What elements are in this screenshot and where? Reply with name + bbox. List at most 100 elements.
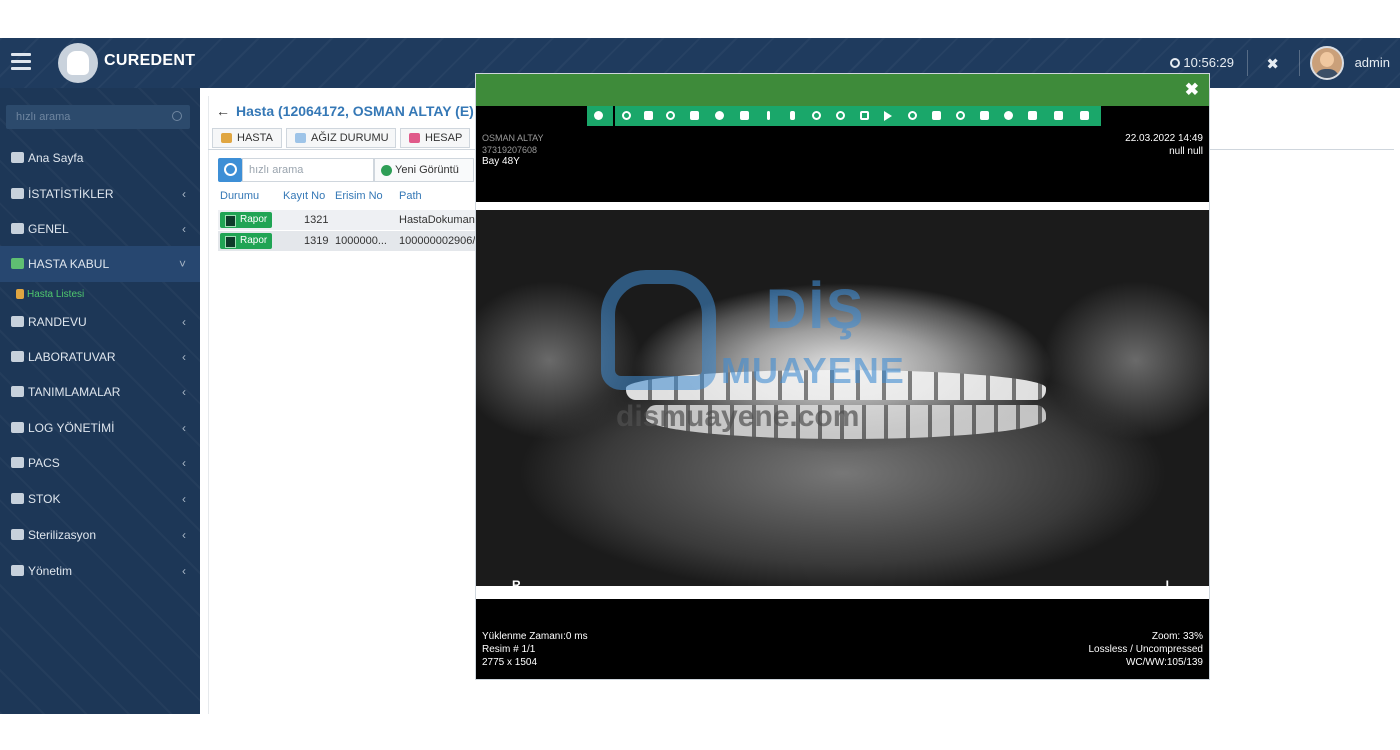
table-row[interactable]: Rapor 1321 HastaDokuman: [218, 210, 478, 230]
rapor-button[interactable]: Rapor: [220, 233, 272, 249]
sidebar-item-ana-sayfa[interactable]: Ana Sayfa: [0, 140, 200, 176]
overlay-patient-name: OSMAN ALTAY: [482, 133, 544, 143]
search-button[interactable]: [218, 158, 242, 182]
rapor-label: Rapor: [240, 235, 268, 246]
search-input[interactable]: [242, 158, 374, 182]
close-icon[interactable]: ✖: [1185, 80, 1199, 100]
overlay-image-index: Resim # 1/1: [482, 644, 536, 655]
sidebar-item-stok[interactable]: STOK ‹: [0, 481, 200, 517]
column-header[interactable]: Kayıt No: [283, 190, 325, 202]
monitor-icon: [11, 565, 24, 576]
download-icon[interactable]: [637, 106, 661, 126]
chevron-left-icon: ‹: [182, 528, 186, 542]
tooth-icon: [295, 133, 306, 143]
sidebar-item-laboratuvar[interactable]: LABORATUVAR ‹: [0, 339, 200, 375]
sidebar-subitem-hasta-listesi[interactable]: Hasta Listesi: [0, 286, 200, 304]
rectangle-icon[interactable]: [853, 106, 877, 126]
menu-toggle-icon[interactable]: [11, 53, 31, 71]
magnify-icon[interactable]: [659, 106, 683, 126]
link-icon[interactable]: [1021, 106, 1045, 126]
overlay-window: WC/WW:105/139: [1125, 657, 1203, 668]
contrast-icon[interactable]: [708, 106, 732, 126]
overlay-image-size: 2775 x 1504: [482, 657, 538, 668]
patient-overlay-info: OSMAN ALTAY 37319207608 Bay 48Y: [482, 132, 544, 168]
eye-icon[interactable]: [997, 106, 1021, 126]
sidebar-item-istatistikler[interactable]: İSTATİSTİKLER ‹: [0, 176, 200, 212]
lab-icon: [11, 351, 24, 362]
diamond-icon: [11, 386, 24, 397]
cell-erisim-no: 1000000...: [335, 235, 387, 247]
column-header[interactable]: Erisim No: [335, 190, 383, 202]
back-arrow-icon[interactable]: ←: [216, 103, 230, 119]
ruler-icon[interactable]: [757, 106, 781, 126]
arrow-down-icon[interactable]: [973, 106, 997, 126]
fullscreen-icon[interactable]: ✖: [1266, 55, 1279, 73]
sidebar-item-label: GENEL: [28, 222, 69, 236]
circle-icon[interactable]: [829, 106, 853, 126]
rotate-icon[interactable]: [949, 106, 973, 126]
tab-label: HASTA: [237, 132, 273, 144]
tooth-watermark-icon: [601, 270, 716, 390]
cell-path: 100000002906/: [399, 235, 476, 247]
image-viewer-modal: ✖ OSMAN ALTAY 37319207608 Bay 48Y 22.03.…: [475, 73, 1210, 680]
username[interactable]: admin: [1355, 55, 1390, 70]
chevron-left-icon: ‹: [182, 187, 186, 201]
sidebar-search-input[interactable]: [6, 105, 166, 129]
app-window: CUREDENT 10:56:29 ✖ admin Ana Sayfa İSTA…: [0, 38, 1400, 714]
table-row[interactable]: Rapor 1319 1000000... 100000002906/: [218, 231, 478, 251]
menu-icon[interactable]: [733, 106, 757, 126]
camera-icon[interactable]: [1047, 106, 1071, 126]
sidebar-item-hasta-kabul[interactable]: HASTA KABUL ˅: [0, 246, 200, 282]
eraser-icon[interactable]: [925, 106, 949, 126]
sidebar-item-yonetim[interactable]: Yönetim ‹: [0, 553, 200, 589]
xray-image[interactable]: DİŞ MUAYENE dismuayene.com R L: [476, 202, 1209, 599]
sidebar-item-label: HASTA KABUL: [28, 257, 110, 271]
sidebar-item-genel[interactable]: GENEL ‹: [0, 211, 200, 247]
sidebar-item-tanimlamalar[interactable]: TANIMLAMALAR ‹: [0, 374, 200, 410]
avatar[interactable]: [1310, 46, 1344, 80]
reset-icon[interactable]: [613, 106, 637, 126]
overlay-study-date: 22.03.2022 14:49: [1125, 133, 1203, 144]
orientation-marker-left: L: [1165, 578, 1173, 592]
sidebar-item-sterilizasyon[interactable]: Sterilizasyon ‹: [0, 517, 200, 553]
clock-time: 10:56:29: [1183, 55, 1234, 70]
tab-hasta[interactable]: HASTA: [212, 128, 282, 148]
patient-icon: [11, 258, 24, 269]
sidebar-item-label: Yönetim: [28, 564, 73, 578]
tab-hesap[interactable]: HESAP: [400, 128, 470, 148]
search-icon[interactable]: [172, 111, 182, 121]
chevron-left-icon: ‹: [182, 456, 186, 470]
sidebar-item-label: LABORATUVAR: [28, 350, 116, 364]
cell-kayit-no: 1319: [304, 235, 329, 247]
diamond-icon: [11, 422, 24, 433]
sidebar-item-pacs[interactable]: PACS ‹: [0, 445, 200, 481]
image-icon: [11, 457, 24, 468]
sidebar-item-label: Sterilizasyon: [28, 528, 97, 542]
sidebar-item-randevu[interactable]: RANDEVU ‹: [0, 304, 200, 340]
tab-label: AĞIZ DURUMU: [311, 132, 389, 144]
watermark-text: DİŞ: [766, 277, 866, 340]
watermark-text: MUAYENE: [721, 350, 905, 391]
tab-agiz-durumu[interactable]: AĞIZ DURUMU: [286, 128, 396, 148]
patient-icon: [16, 289, 24, 299]
column-header[interactable]: Durumu: [220, 190, 259, 202]
panoramic-xray: DİŞ MUAYENE dismuayene.com R L: [476, 210, 1209, 592]
info-icon[interactable]: [587, 106, 611, 126]
zoom-in-icon[interactable]: [901, 106, 925, 126]
target-icon[interactable]: [805, 106, 829, 126]
chevron-left-icon: ‹: [182, 315, 186, 329]
watermark-text: dismuayene.com: [616, 400, 860, 433]
sidebar-item-label: Ana Sayfa: [28, 151, 84, 165]
rapor-button[interactable]: Rapor: [220, 212, 272, 228]
chevron-left-icon[interactable]: [781, 106, 805, 126]
pan-icon[interactable]: [683, 106, 707, 126]
spray-icon: [11, 529, 24, 540]
sidebar-item-log-yonetimi[interactable]: LOG YÖNETİMİ ‹: [0, 410, 200, 446]
column-header[interactable]: Path: [399, 190, 422, 202]
display-overlay-info: Zoom: 33% Lossless / Uncompressed WC/WW:…: [1089, 630, 1204, 669]
divider: [1299, 50, 1300, 76]
page-title: ← Hasta (12064172, OSMAN ALTAY (E) (: [216, 103, 482, 119]
new-image-button[interactable]: Yeni Görüntü: [374, 158, 474, 182]
grid-icon[interactable]: [1073, 106, 1097, 126]
play-icon[interactable]: [877, 106, 901, 126]
